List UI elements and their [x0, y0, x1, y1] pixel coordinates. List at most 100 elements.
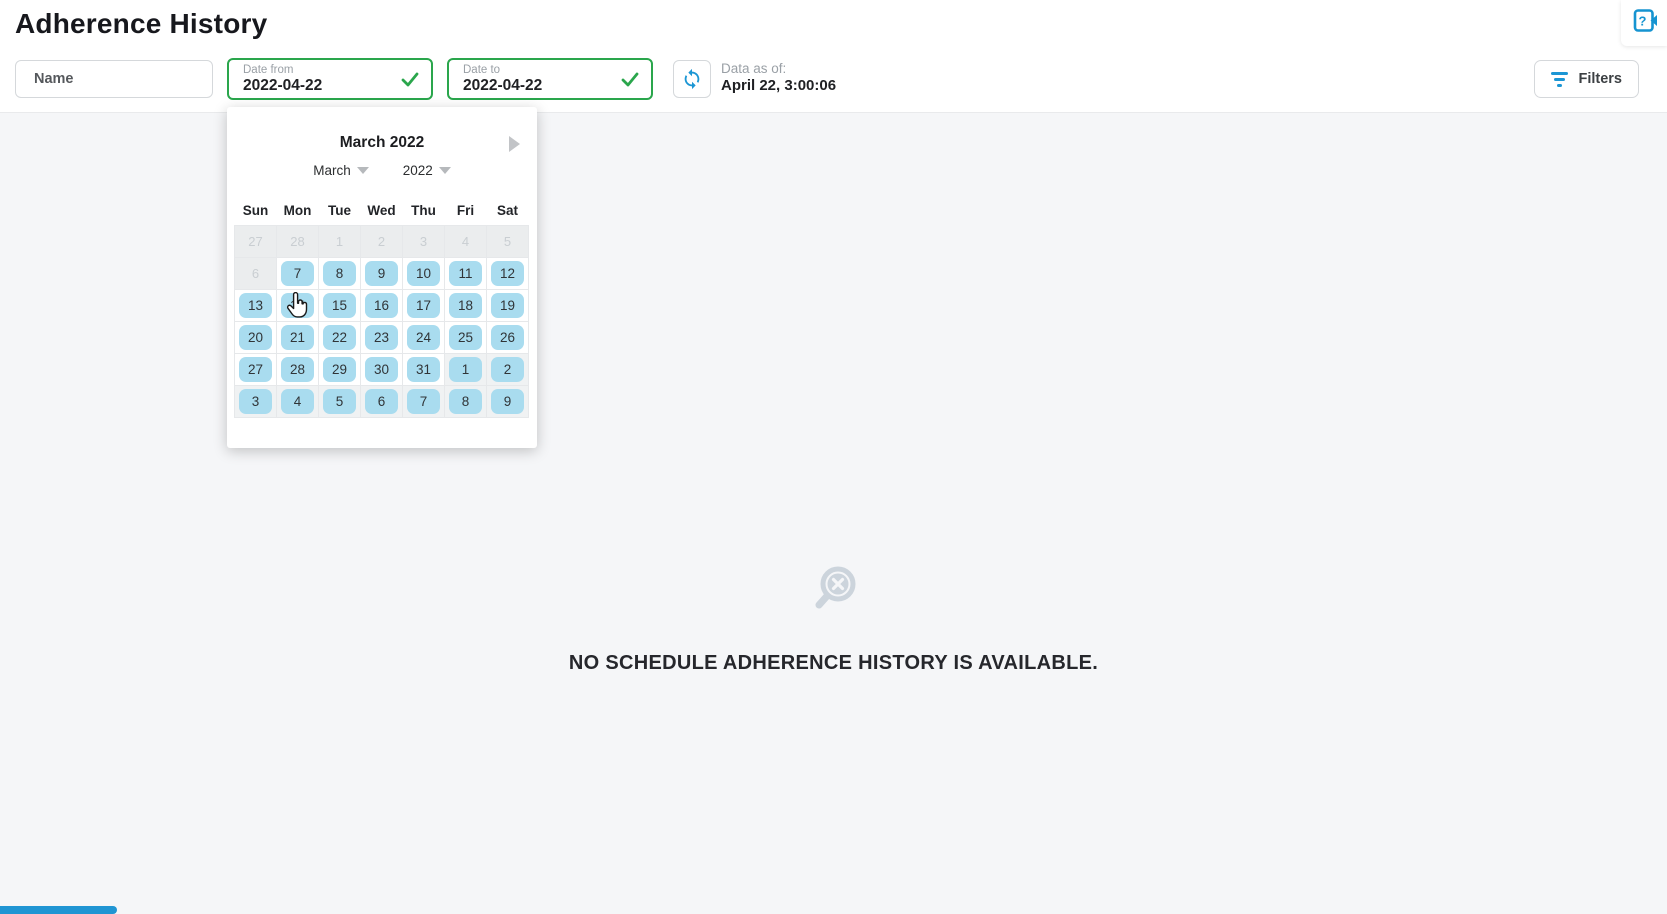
calendar-day-button[interactable]: 30 — [365, 357, 398, 382]
calendar-day-button[interactable]: 3 — [239, 389, 272, 414]
calendar-day-cell[interactable]: 9 — [361, 257, 403, 289]
calendar-day-cell[interactable]: 7 — [403, 385, 445, 417]
calendar-day-header: Wed — [361, 197, 403, 225]
calendar-day-button[interactable]: 29 — [323, 357, 356, 382]
date-from-value: 2022-04-22 — [243, 77, 322, 95]
calendar-selects: March 2022 — [227, 163, 537, 178]
next-month-arrow-icon[interactable] — [509, 136, 520, 152]
calendar-day-cell[interactable]: 17 — [403, 289, 445, 321]
calendar-day-cell[interactable]: 14 — [277, 289, 319, 321]
calendar-day-cell[interactable]: 18 — [445, 289, 487, 321]
calendar-day-button[interactable]: 15 — [323, 293, 356, 318]
calendar-day-cell[interactable]: 9 — [487, 385, 529, 417]
refresh-button[interactable] — [673, 60, 711, 98]
calendar-day-button[interactable]: 8 — [323, 261, 356, 286]
calendar-day-button[interactable]: 7 — [407, 389, 440, 414]
calendar-week-row: 6789 10 11 12 — [235, 257, 529, 289]
calendar-day-button[interactable]: 13 — [239, 293, 272, 318]
calendar-week-row: 13 14 15 16 17 18 19 — [235, 289, 529, 321]
calendar-day-button[interactable]: 25 — [449, 325, 482, 350]
calendar-day-cell[interactable]: 29 — [319, 353, 361, 385]
svg-text:?: ? — [1639, 14, 1647, 29]
calendar-day-cell[interactable]: 1 — [445, 353, 487, 385]
calendar-day-cell[interactable]: 2 — [487, 353, 529, 385]
date-to-label: Date to — [463, 64, 500, 76]
calendar-day-cell[interactable]: 23 — [361, 321, 403, 353]
calendar-day-button[interactable]: 1 — [449, 357, 482, 382]
calendar-day-button[interactable]: 28 — [281, 357, 314, 382]
calendar-day-button[interactable]: 16 — [365, 293, 398, 318]
calendar-day-button[interactable]: 26 — [491, 325, 524, 350]
header-toolbar: Adherence History Date from 2022-04-22 D… — [0, 0, 1667, 112]
date-from-field[interactable]: Date from 2022-04-22 — [227, 58, 433, 100]
calendar-day-cell[interactable]: 20 — [235, 321, 277, 353]
calendar-day-button[interactable]: 27 — [239, 357, 272, 382]
calendar-day-button[interactable]: 5 — [323, 389, 356, 414]
calendar-day-cell[interactable]: 11 — [445, 257, 487, 289]
calendar-day-cell[interactable]: 4 — [277, 385, 319, 417]
calendar-day-header: Mon — [277, 197, 319, 225]
calendar-grid: SunMonTueWedThuFriSat 272812345678910111… — [234, 197, 529, 418]
calendar-day-cell[interactable]: 21 — [277, 321, 319, 353]
calendar-day-button[interactable]: 11 — [449, 261, 482, 286]
calendar-day-cell[interactable]: 30 — [361, 353, 403, 385]
calendar-day-header: Sun — [235, 197, 277, 225]
calendar-month-year-title: March 2022 — [227, 134, 537, 152]
data-as-of-value: April 22, 3:00:06 — [721, 77, 836, 95]
refresh-icon — [681, 68, 703, 90]
calendar-day-cell[interactable]: 31 — [403, 353, 445, 385]
calendar-day-cell[interactable]: 10 — [403, 257, 445, 289]
calendar-day-button[interactable]: 9 — [365, 261, 398, 286]
calendar-day-button[interactable]: 4 — [281, 389, 314, 414]
calendar-day-button[interactable]: 19 — [491, 293, 524, 318]
calendar-day-cell[interactable]: 19 — [487, 289, 529, 321]
calendar-day-button[interactable]: 8 — [449, 389, 482, 414]
name-filter-input[interactable] — [15, 60, 213, 98]
calendar-day-cell[interactable]: 8 — [445, 385, 487, 417]
calendar-day-button[interactable]: 12 — [491, 261, 524, 286]
data-as-of: Data as of: April 22, 3:00:06 — [721, 60, 836, 95]
calendar-day-button[interactable]: 18 — [449, 293, 482, 318]
month-select[interactable]: March — [313, 163, 369, 178]
calendar-day-button[interactable]: 20 — [239, 325, 272, 350]
year-select[interactable]: 2022 — [403, 163, 451, 178]
calendar-day-cell[interactable]: 6 — [361, 385, 403, 417]
calendar-day-button[interactable]: 31 — [407, 357, 440, 382]
calendar-day-button[interactable]: 22 — [323, 325, 356, 350]
help-button[interactable]: ? — [1621, 0, 1667, 46]
calendar-day-button[interactable]: 7 — [281, 261, 314, 286]
empty-state-message: NO SCHEDULE ADHERENCE HISTORY IS AVAILAB… — [0, 652, 1667, 675]
horizontal-scrollbar-thumb[interactable] — [0, 906, 117, 914]
calendar-day-cell[interactable]: 13 — [235, 289, 277, 321]
calendar-day-button[interactable]: 14 — [281, 293, 314, 318]
calendar-day-cell[interactable]: 15 — [319, 289, 361, 321]
calendar-day-button[interactable]: 2 — [491, 357, 524, 382]
calendar-day-cell[interactable]: 5 — [319, 385, 361, 417]
checkmark-icon — [621, 72, 639, 92]
calendar-day-cell[interactable]: 24 — [403, 321, 445, 353]
calendar-day-button[interactable]: 23 — [365, 325, 398, 350]
contextual-help-icon: ? — [1632, 7, 1659, 34]
calendar-day-cell[interactable]: 26 — [487, 321, 529, 353]
calendar-day-cell[interactable]: 8 — [319, 257, 361, 289]
calendar-day-button[interactable]: 21 — [281, 325, 314, 350]
calendar-day-cell[interactable]: 22 — [319, 321, 361, 353]
calendar-day-button[interactable]: 17 — [407, 293, 440, 318]
date-from-label: Date from — [243, 64, 294, 76]
calendar-day-headers: SunMonTueWedThuFriSat — [235, 197, 529, 225]
calendar-day-cell[interactable]: 16 — [361, 289, 403, 321]
calendar-day-cell: 6 — [235, 257, 277, 289]
calendar-day-cell[interactable]: 3 — [235, 385, 277, 417]
date-to-field[interactable]: Date to 2022-04-22 — [447, 58, 653, 100]
chevron-down-icon — [439, 167, 451, 174]
calendar-day-button[interactable]: 24 — [407, 325, 440, 350]
calendar-day-cell[interactable]: 25 — [445, 321, 487, 353]
calendar-day-cell[interactable]: 27 — [235, 353, 277, 385]
calendar-day-button[interactable]: 9 — [491, 389, 524, 414]
calendar-day-cell[interactable]: 28 — [277, 353, 319, 385]
calendar-day-button[interactable]: 10 — [407, 261, 440, 286]
calendar-day-cell[interactable]: 12 — [487, 257, 529, 289]
calendar-day-button[interactable]: 6 — [365, 389, 398, 414]
calendar-day-cell[interactable]: 7 — [277, 257, 319, 289]
filters-button[interactable]: Filters — [1534, 60, 1639, 98]
